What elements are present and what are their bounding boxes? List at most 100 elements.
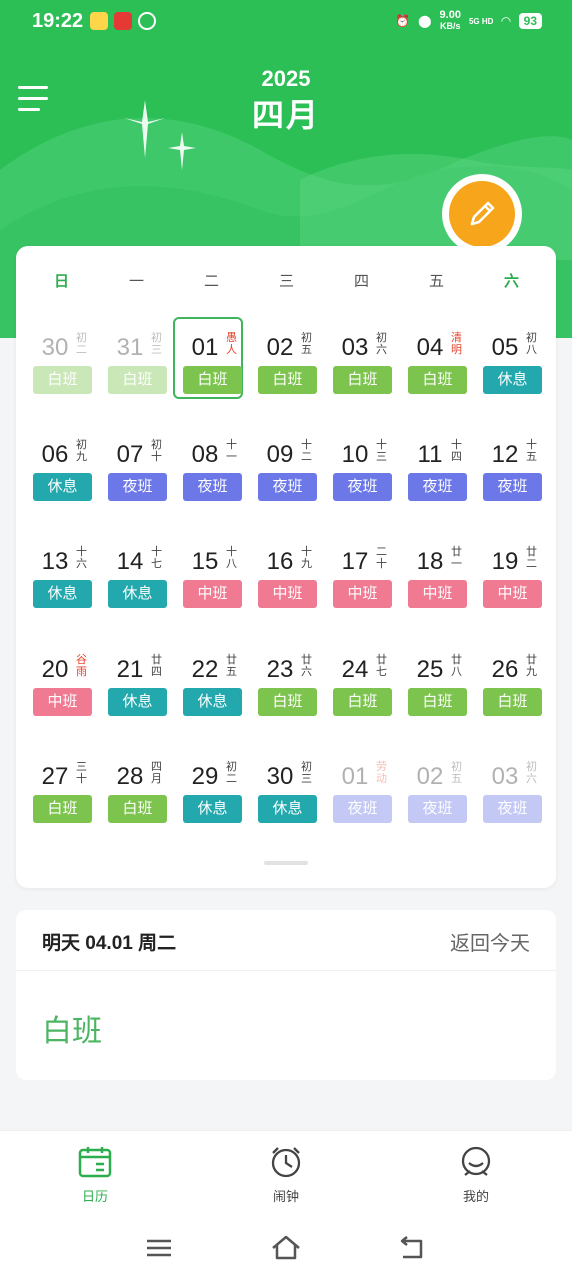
calendar-day[interactable]: 23 廿六白班	[243, 640, 318, 728]
shift-badge: 夜班	[183, 473, 242, 501]
shift-badge: 白班	[108, 366, 167, 394]
calendar-day[interactable]: 03 初六 夜班	[468, 747, 543, 835]
shift-badge: 中班	[483, 580, 542, 608]
profile-icon	[461, 1146, 491, 1176]
calendar-day[interactable]: 24 廿七 白班	[318, 640, 393, 728]
calendar-day[interactable]: 21 廿四 休息	[93, 640, 168, 728]
weekday-header: 日一二三四五六	[16, 246, 556, 312]
shift-badge: 休息	[33, 580, 92, 608]
calendar-day[interactable]: 01 劳动 夜班	[318, 747, 393, 835]
calendar-day[interactable]: 11 十四 夜班	[393, 425, 468, 513]
shift-badge: 休息	[33, 473, 92, 501]
tab-profile[interactable]: 我的	[426, 1145, 526, 1205]
status-bar: 19:22 ⏰ ⬤ 9.00 KB/s 5G HD ◠ 93	[0, 0, 572, 44]
drag-handle[interactable]	[264, 861, 308, 865]
calendar-day[interactable]: 19 廿二 中班	[468, 532, 543, 620]
lunar-date: 廿二	[526, 546, 537, 570]
calendar-day[interactable]: 14 十七 休息	[93, 532, 168, 620]
day-number: 23	[266, 656, 294, 683]
shift-badge: 夜班	[333, 473, 392, 501]
calendar-day[interactable]: 18 廿一 中班	[393, 532, 468, 620]
calendar-day[interactable]: 25 廿八 白班	[393, 640, 468, 728]
day-number: 16	[266, 548, 294, 575]
calendar-day[interactable]: 22 廿五 休息	[168, 640, 243, 728]
day-number: 08	[191, 441, 219, 468]
calendar-day[interactable]: 30 初三 休息	[243, 747, 318, 835]
tab-calendar[interactable]: 日历	[45, 1145, 145, 1205]
net-speed: 9.00 KB/s	[440, 10, 461, 32]
calendar-icon	[78, 1147, 112, 1178]
shift-badge: 白班	[408, 366, 467, 394]
back-to-today-button[interactable]: 返回今天	[450, 927, 530, 956]
lunar-date: 劳动	[376, 761, 387, 785]
calendar-day[interactable]: 04 清明 白班	[393, 318, 468, 406]
lunar-date: 廿六	[301, 654, 312, 678]
back-button[interactable]	[397, 1232, 429, 1264]
calendar-day[interactable]: 17 二十 中班	[318, 532, 393, 620]
day-number: 02	[416, 763, 444, 790]
calendar-day[interactable]: 07 初十 夜班	[93, 425, 168, 513]
pencil-icon	[470, 201, 495, 226]
day-number: 30	[266, 763, 294, 790]
shift-badge: 夜班	[408, 795, 467, 823]
calendar-card: 日一二三四五六 30 初二 白班 31 初三 白班 01 愚人 白班 02 初五 白班 03 初六 白班 04…	[16, 246, 556, 888]
divider	[16, 970, 556, 971]
calendar-day[interactable]: 16 十九 中班	[243, 532, 318, 620]
recent-apps-button[interactable]	[143, 1232, 175, 1264]
calendar-day[interactable]: 12 十五 夜班	[468, 425, 543, 513]
weekday-label: 日	[53, 273, 69, 290]
calendar-day[interactable]: 26 廿九 白班	[468, 640, 543, 728]
shift-badge: 白班	[258, 688, 317, 716]
lunar-date: 初十	[151, 439, 162, 463]
day-number: 18	[416, 548, 444, 575]
day-number: 10	[341, 441, 369, 468]
month-title[interactable]: 四月	[0, 90, 572, 136]
calendar-day[interactable]: 08 十一 夜班	[168, 425, 243, 513]
day-number: 11	[417, 441, 443, 468]
calendar-day[interactable]: 20 谷雨 中班	[18, 640, 93, 728]
day-number: 25	[416, 656, 444, 683]
calendar-day[interactable]: 30 初二 白班	[18, 318, 93, 406]
shift-badge: 白班	[408, 688, 467, 716]
lunar-date: 十六	[76, 546, 87, 570]
shift-badge: 中班	[333, 580, 392, 608]
calendar-day[interactable]: 03 初六 白班	[318, 318, 393, 406]
shift-badge: 中班	[258, 580, 317, 608]
edit-shift-button[interactable]	[449, 181, 515, 247]
weekday-label: 五	[428, 273, 444, 290]
home-button[interactable]	[270, 1232, 302, 1264]
calendar-day[interactable]: 15 十八 中班	[168, 532, 243, 620]
net-speed-unit: KB/s	[439, 21, 461, 31]
shift-badge: 休息	[183, 688, 242, 716]
lunar-date: 廿九	[526, 654, 537, 678]
calendar-day[interactable]: 02 初五 夜班	[393, 747, 468, 835]
weekday-label: 四	[353, 273, 369, 290]
shift-badge: 白班	[333, 366, 392, 394]
day-number: 05	[491, 334, 519, 361]
day-number: 31	[116, 334, 144, 361]
bottom-tab-bar: 日历 闹钟 我的	[0, 1130, 572, 1216]
calendar-day[interactable]: 10 十三 夜班	[318, 425, 393, 513]
calendar-day[interactable]: 27 三十 白班	[18, 747, 93, 835]
shift-badge: 白班	[183, 366, 242, 394]
calendar-day[interactable]: 13 十六 休息	[18, 532, 93, 620]
calendar-day[interactable]: 09 十二 夜班	[243, 425, 318, 513]
day-number: 06	[41, 441, 69, 468]
calendar-day[interactable]: 31 初三 白班	[93, 318, 168, 406]
day-number: 01	[341, 763, 369, 790]
calendar-day[interactable]: 06 初九 休息	[18, 425, 93, 513]
calendar-day[interactable]: 28 四月 白班	[93, 747, 168, 835]
lunar-date: 十七	[151, 546, 162, 570]
lunar-date: 初三	[301, 761, 312, 785]
shift-badge: 休息	[108, 688, 167, 716]
calendar-day[interactable]: 02 初五 白班	[243, 318, 318, 406]
lunar-date: 十八	[226, 546, 237, 570]
tab-alarm[interactable]: 闹钟	[236, 1145, 336, 1205]
lunar-date: 廿四	[151, 654, 162, 678]
wifi-icon: ◠	[501, 14, 511, 28]
lunar-date: 初八	[526, 332, 537, 356]
calendar-day[interactable]: 01 愚人 白班	[168, 317, 243, 406]
lunar-date: 初二	[76, 332, 87, 356]
calendar-day[interactable]: 29 初二 休息	[168, 747, 243, 835]
calendar-day[interactable]: 05 初八 休息	[468, 318, 543, 406]
